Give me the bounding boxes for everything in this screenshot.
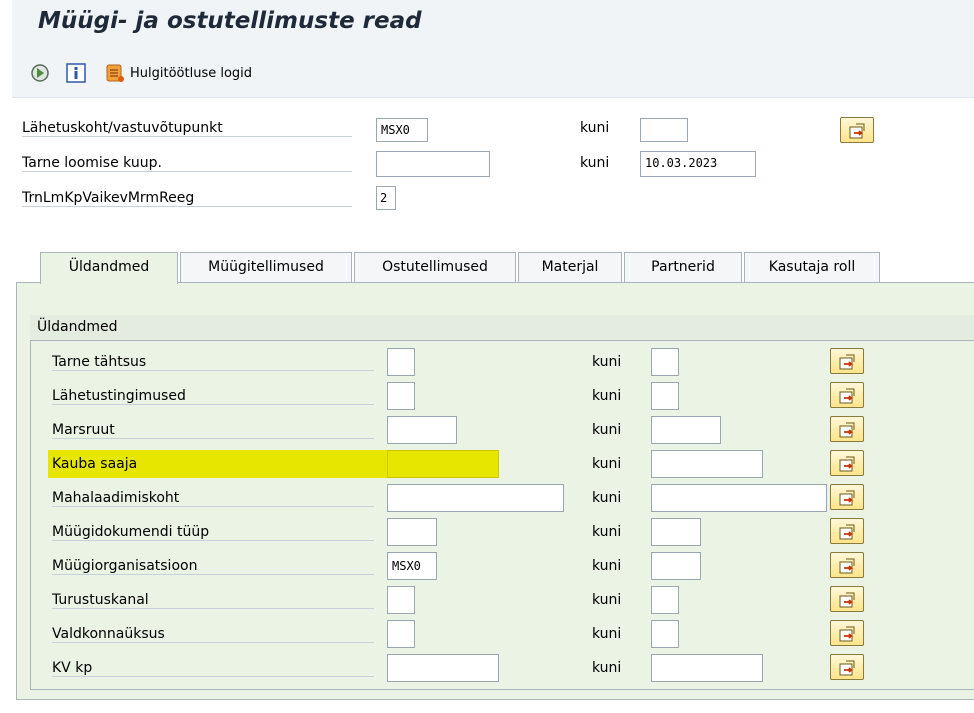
division-to-label: kuni — [592, 626, 622, 642]
shipping-conditions-to-label: kuni — [592, 388, 622, 404]
division-multiple-selection-button[interactable] — [830, 620, 864, 646]
ship-to-party-multiple-selection-button[interactable] — [830, 450, 864, 476]
division-from-input[interactable] — [387, 620, 415, 648]
po-date-to-input[interactable] — [651, 654, 763, 682]
unloading-point-from-input[interactable] — [387, 484, 564, 512]
delivery-creation-date-to-label: kuni — [580, 155, 610, 171]
multiple-selection-icon — [839, 592, 855, 608]
multiple-selection-icon — [839, 388, 855, 404]
delivery-priority-to-input[interactable] — [651, 348, 679, 376]
shipping-point-multiple-selection-button[interactable] — [840, 117, 874, 143]
log-icon[interactable] — [104, 62, 126, 88]
tab-sales-orders[interactable]: Müügitellimused — [180, 252, 352, 282]
route-to-input[interactable] — [651, 416, 721, 444]
execute-icon[interactable] — [30, 63, 50, 87]
route-multiple-selection-button[interactable] — [830, 416, 864, 442]
ship-to-party-from-input[interactable] — [387, 450, 499, 478]
distribution-channel-to-input[interactable] — [651, 586, 679, 614]
po-date-label: KV kp — [52, 660, 374, 677]
tab-purchase-orders[interactable]: Ostutellimused — [354, 252, 516, 282]
page-title: Müügi- ja ostutellimuste read — [38, 8, 422, 34]
shipping-conditions-from-input[interactable] — [387, 382, 415, 410]
multiple-selection-icon — [849, 123, 865, 139]
distribution-channel-label: Turustuskanal — [52, 592, 374, 609]
ship-to-party-to-label: kuni — [592, 456, 622, 472]
sales-document-type-to-input[interactable] — [651, 518, 701, 546]
division-to-input[interactable] — [651, 620, 679, 648]
shipping-conditions-multiple-selection-button[interactable] — [830, 382, 864, 408]
sales-document-type-to-label: kuni — [592, 524, 622, 540]
multiple-selection-icon — [839, 490, 855, 506]
multiple-selection-icon — [839, 626, 855, 642]
shipping-point-label: Lähetuskoht/vastuvõtupunkt — [22, 120, 352, 137]
group-header — [30, 315, 974, 341]
distribution-channel-from-input[interactable] — [387, 586, 415, 614]
po-date-from-input[interactable] — [387, 654, 499, 682]
ship-to-party-label: Kauba saaja — [52, 456, 138, 472]
info-icon[interactable] — [66, 63, 86, 87]
tab-partners[interactable]: Partnerid — [624, 252, 742, 282]
sales-document-type-from-input[interactable] — [387, 518, 437, 546]
route-label: Marsruut — [52, 422, 374, 439]
sales-organization-from-input[interactable]: MSX0 — [387, 552, 437, 580]
delivery-priority-multiple-selection-button[interactable] — [830, 348, 864, 374]
multiple-selection-icon — [839, 660, 855, 676]
group-title: Üldandmed — [37, 319, 118, 335]
sales-document-type-label: Müügidokumendi tüüp — [52, 524, 374, 541]
shipping-point-to-input[interactable] — [640, 118, 688, 142]
unloading-point-to-input[interactable] — [651, 484, 827, 512]
default-date-rule-label: TrnLmKpVaikevMrmReeg — [22, 190, 352, 207]
shipping-point-from-input[interactable]: MSX0 — [376, 118, 428, 142]
multiple-selection-icon — [839, 354, 855, 370]
po-date-to-label: kuni — [592, 660, 622, 676]
multiple-selection-icon — [839, 524, 855, 540]
sales-document-type-multiple-selection-button[interactable] — [830, 518, 864, 544]
unloading-point-label: Mahalaadimiskoht — [52, 490, 374, 507]
shipping-conditions-to-input[interactable] — [651, 382, 679, 410]
tab-general-data[interactable]: Üldandmed — [40, 252, 178, 284]
division-label: Valdkonnaüksus — [52, 626, 374, 643]
tab-user-role[interactable]: Kasutaja roll — [744, 252, 880, 282]
delivery-priority-label: Tarne tähtsus — [52, 354, 374, 371]
delivery-creation-date-from-input[interactable] — [376, 151, 490, 177]
po-date-multiple-selection-button[interactable] — [830, 654, 864, 680]
sales-organization-label: Müügiorganisatsioon — [52, 558, 374, 575]
shipping-point-to-label: kuni — [580, 120, 610, 136]
distribution-channel-to-label: kuni — [592, 592, 622, 608]
unloading-point-to-label: kuni — [592, 490, 622, 506]
multiple-selection-icon — [839, 558, 855, 574]
route-from-input[interactable] — [387, 416, 457, 444]
delivery-priority-to-label: kuni — [592, 354, 622, 370]
sales-organization-multiple-selection-button[interactable] — [830, 552, 864, 578]
delivery-creation-date-label: Tarne loomise kuup. — [22, 155, 352, 172]
default-date-rule-input[interactable]: 2 — [376, 186, 396, 210]
sales-organization-to-label: kuni — [592, 558, 622, 574]
delivery-priority-from-input[interactable] — [387, 348, 415, 376]
multiple-selection-icon — [839, 422, 855, 438]
bulk-processing-log-button[interactable]: Hulgitöötluse logid — [130, 66, 252, 81]
distribution-channel-multiple-selection-button[interactable] — [830, 586, 864, 612]
delivery-creation-date-to-input[interactable]: 10.03.2023 — [640, 151, 756, 177]
route-to-label: kuni — [592, 422, 622, 438]
sales-organization-to-input[interactable] — [651, 552, 701, 580]
multiple-selection-icon — [839, 456, 855, 472]
unloading-point-multiple-selection-button[interactable] — [830, 484, 864, 510]
shipping-conditions-label: Lähetustingimused — [52, 388, 374, 405]
ship-to-party-to-input[interactable] — [651, 450, 763, 478]
tab-material[interactable]: Materjal — [518, 252, 622, 282]
